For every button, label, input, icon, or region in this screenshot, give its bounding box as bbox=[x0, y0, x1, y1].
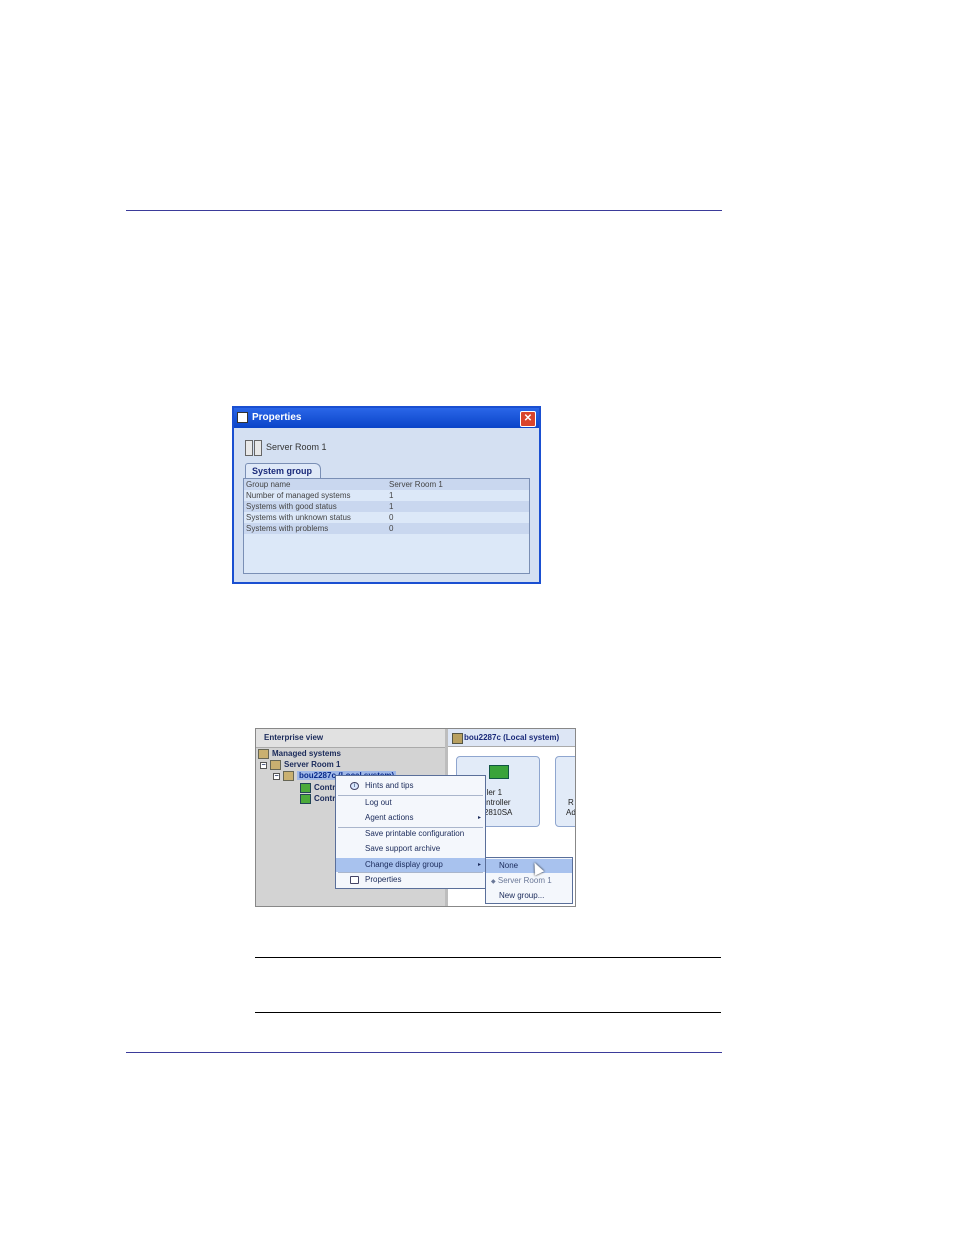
tree-item-controller[interactable]: Contr bbox=[300, 794, 335, 804]
menu-item-properties[interactable]: Properties bbox=[336, 873, 485, 887]
close-button[interactable]: ✕ bbox=[520, 411, 536, 427]
app-icon bbox=[237, 412, 248, 423]
server-group-icon bbox=[245, 440, 263, 456]
controller-icon bbox=[489, 765, 509, 779]
bottom-rule bbox=[126, 1052, 722, 1053]
property-row: Systems with unknown status 0 bbox=[246, 513, 394, 522]
menu-item-save-support[interactable]: Save support archive bbox=[336, 842, 485, 856]
tab-system-group[interactable]: System group bbox=[245, 463, 321, 478]
dialog-titlebar[interactable]: Properties ✕ bbox=[234, 408, 539, 428]
property-row: Systems with problems 0 bbox=[244, 523, 529, 534]
note-top-rule bbox=[255, 957, 721, 958]
collapse-icon[interactable]: − bbox=[273, 772, 280, 780]
info-icon: i bbox=[350, 782, 359, 790]
submenu-arrow-icon: ▸ bbox=[477, 815, 481, 821]
property-row: Systems with good status 1 bbox=[244, 501, 529, 512]
submenu-item-new-group[interactable]: New group... bbox=[486, 889, 572, 903]
dialog-title: Properties bbox=[252, 412, 302, 423]
menu-item-hints[interactable]: i Hints and tips bbox=[336, 779, 485, 793]
collapse-icon[interactable]: − bbox=[260, 761, 267, 769]
enterprise-view-screenshot: Enterprise view bou2287c (Local system) … bbox=[255, 728, 576, 907]
system-icon bbox=[452, 733, 463, 744]
submenu-item-none[interactable]: None bbox=[486, 859, 572, 873]
property-row: Group name Server Room 1 bbox=[244, 479, 529, 490]
property-row: Number of managed systems 1 bbox=[246, 491, 394, 500]
tree-root[interactable]: Managed systems bbox=[258, 749, 341, 759]
submenu-arrow-icon: ▸ bbox=[477, 862, 481, 868]
local-system-header: bou2287c (Local system) bbox=[448, 729, 575, 747]
menu-item-logout[interactable]: Log out bbox=[336, 796, 485, 810]
enterprise-view-header: Enterprise view bbox=[256, 729, 445, 748]
menu-item-agent-actions[interactable]: Agent actions ▸ bbox=[336, 811, 485, 825]
object-name: Server Room 1 bbox=[266, 442, 327, 452]
menu-item-change-display-group[interactable]: Change display group ▸ bbox=[336, 858, 485, 872]
menu-item-save-printable[interactable]: Save printable configuration bbox=[336, 827, 485, 841]
properties-dialog: Properties ✕ Server Room 1 System group … bbox=[232, 406, 541, 584]
controller-icon bbox=[300, 794, 311, 804]
tree-item-server-room[interactable]: − Server Room 1 bbox=[260, 760, 340, 770]
properties-icon bbox=[350, 876, 359, 884]
submenu-item-server-room[interactable]: ◆ Server Room 1 bbox=[486, 874, 572, 888]
system-icon bbox=[283, 771, 294, 781]
managed-systems-icon bbox=[258, 749, 269, 759]
group-icon bbox=[270, 760, 281, 770]
tree-item-controller[interactable]: Contr bbox=[300, 783, 335, 793]
context-menu: i Hints and tips Log out Agent actions ▸ S… bbox=[335, 775, 486, 889]
controller-icon bbox=[300, 783, 311, 793]
properties-panel: Group name Server Room 1 Number of manage… bbox=[243, 478, 530, 574]
controller-card[interactable]: R Ad bbox=[555, 756, 575, 827]
selected-marker-icon: ◆ bbox=[491, 879, 496, 885]
top-rule bbox=[126, 210, 722, 211]
note-bottom-rule bbox=[255, 1012, 721, 1013]
